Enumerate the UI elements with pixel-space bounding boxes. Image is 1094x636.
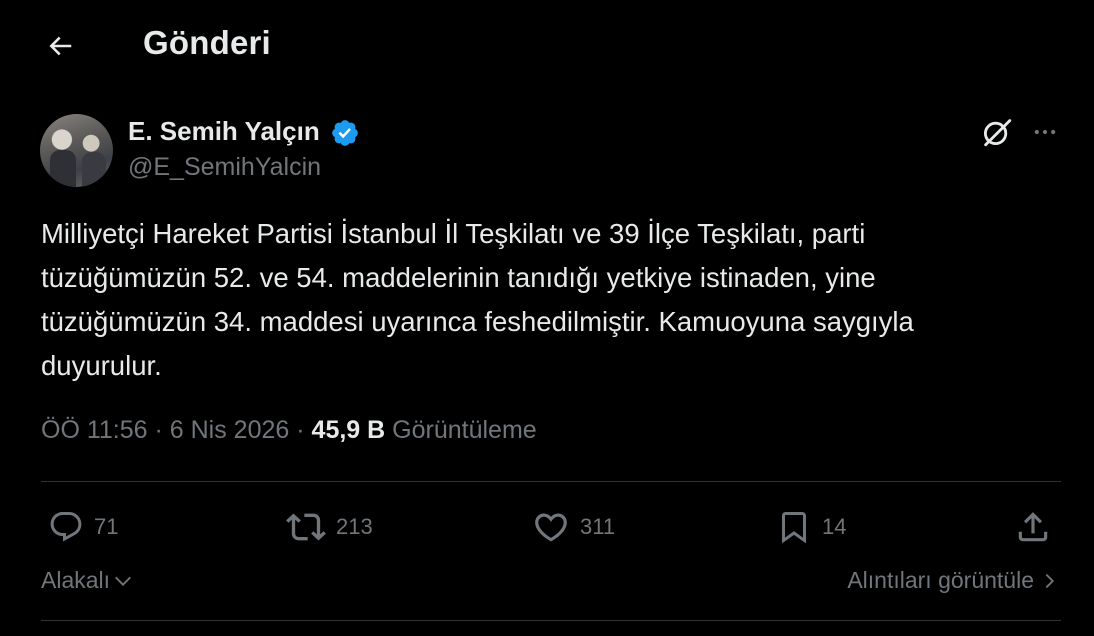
reply-icon xyxy=(50,512,82,542)
more-options-button[interactable] xyxy=(1026,113,1064,151)
retweet-icon xyxy=(286,513,326,541)
tweet-text: Milliyetçi Hareket Partisi İstanbul İl T… xyxy=(41,218,914,381)
reply-button[interactable]: 71 xyxy=(48,500,118,554)
view-quotes-label: Alıntıları görüntüle xyxy=(847,567,1034,593)
retweet-count: 213 xyxy=(336,514,373,539)
tweet-meta: ÖÖ 11:56 · 6 Nis 2026 · 45,9 B Görüntüle… xyxy=(41,416,537,445)
bookmark-icon xyxy=(782,512,806,544)
like-button[interactable]: 311 xyxy=(532,500,615,554)
bookmark-button[interactable]: 14 xyxy=(776,500,846,554)
chevron-down-icon xyxy=(115,576,132,586)
header: Gönderi xyxy=(0,0,1094,90)
arrow-left-icon xyxy=(49,36,72,56)
bookmark-count: 14 xyxy=(822,514,847,539)
divider xyxy=(41,481,1061,482)
divider xyxy=(41,620,1061,621)
views-label: Görüntüleme xyxy=(392,416,537,444)
share-button[interactable] xyxy=(1014,500,1052,554)
related-dropdown[interactable]: Alakalı xyxy=(41,567,134,594)
meta-separator: · xyxy=(296,416,305,444)
more-horizontal-icon xyxy=(1034,129,1056,135)
heart-icon xyxy=(535,513,567,542)
avatar-figure xyxy=(82,152,106,187)
reply-count: 71 xyxy=(94,514,119,539)
tweet-actions: 71 213 311 14 xyxy=(0,500,1094,554)
retweet-button[interactable]: 213 xyxy=(286,500,373,554)
meta-separator: · xyxy=(154,416,163,444)
grok-icon xyxy=(983,119,1012,147)
tweet-date[interactable]: 6 Nis 2026 xyxy=(170,416,290,444)
chevron-right-icon xyxy=(1045,573,1055,588)
like-count: 311 xyxy=(580,514,616,539)
views-count: 45,9 B xyxy=(311,416,386,444)
avatar-figure xyxy=(50,150,76,187)
tweet-time[interactable]: ÖÖ 11:56 xyxy=(41,416,148,444)
related-label: Alakalı xyxy=(41,567,111,593)
verified-badge-icon[interactable] xyxy=(330,118,360,148)
author-display-name[interactable]: E. Semih Yalçın xyxy=(128,116,320,147)
page-title: Gönderi xyxy=(143,24,271,61)
back-button[interactable] xyxy=(38,26,82,66)
author-handle[interactable]: @E_SemihYalcin xyxy=(128,153,321,182)
view-quotes-link[interactable]: Alıntıları görüntüle xyxy=(847,567,1058,594)
avatar[interactable] xyxy=(40,114,113,187)
share-icon xyxy=(1018,512,1048,542)
grok-button[interactable] xyxy=(978,113,1016,151)
